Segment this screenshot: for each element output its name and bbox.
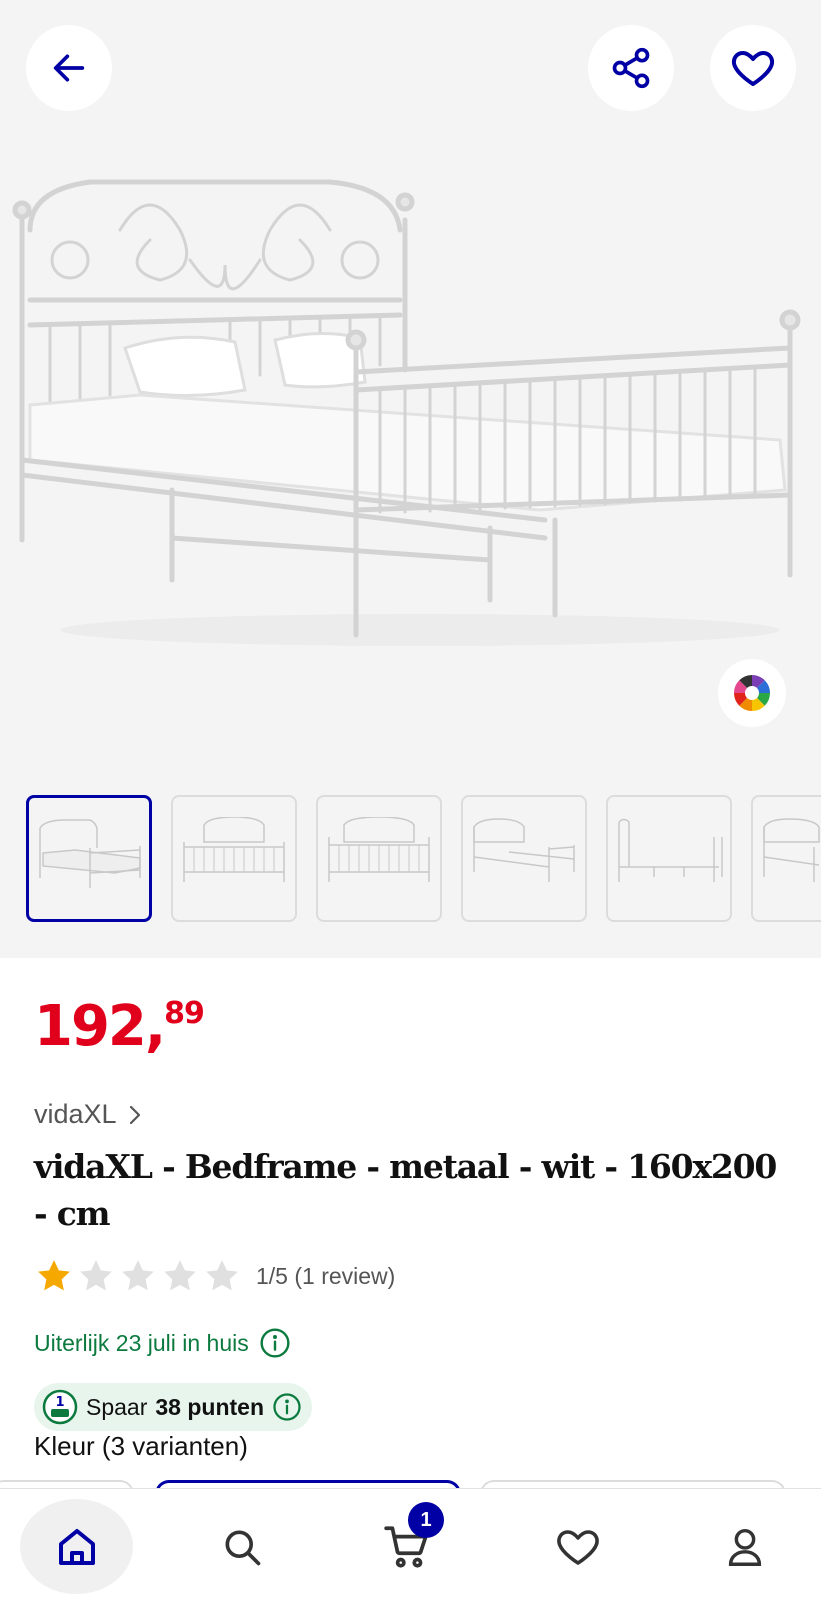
heart-icon (557, 1529, 599, 1565)
product-rating[interactable]: 1/5 (1 review) (34, 1256, 395, 1296)
info-icon[interactable] (259, 1327, 291, 1359)
delivery-text: Uiterlijk 23 juli in huis (34, 1329, 249, 1356)
brand-name: vidaXL (34, 1099, 117, 1129)
delivery-info: Uiterlijk 23 juli in huis (34, 1327, 291, 1359)
product-image[interactable] (0, 160, 821, 680)
nav-home[interactable] (20, 1499, 133, 1594)
nav-favorites[interactable] (528, 1499, 628, 1594)
nav-search[interactable] (192, 1499, 292, 1594)
color-variants-button[interactable] (718, 659, 786, 727)
favorite-button[interactable] (710, 25, 796, 111)
home-icon (58, 1528, 95, 1565)
brand-link[interactable]: vidaXL (34, 1099, 143, 1130)
thumbnail-1[interactable] (26, 795, 152, 922)
star-empty-icon (206, 1260, 238, 1291)
loyalty-points-badge: 1 Spaar 38 punten (34, 1383, 312, 1431)
info-icon[interactable] (272, 1392, 302, 1422)
rating-text: 1/5 (1 review) (256, 1262, 396, 1289)
star-filled-icon (38, 1260, 70, 1291)
price-main: 192, (34, 994, 166, 1059)
star-empty-icon (164, 1260, 196, 1291)
variants-label: Kleur (3 varianten) (34, 1431, 248, 1461)
star-empty-icon (122, 1260, 154, 1291)
arrow-left-icon (53, 54, 85, 82)
chevron-right-icon (129, 1105, 140, 1124)
star-empty-icon (80, 1260, 112, 1291)
price-cents: 89 (164, 996, 205, 1031)
product-page: 192,89 vidaXL vidaXL - Bedframe - metaal… (0, 0, 821, 1600)
share-icon (612, 47, 650, 89)
color-wheel-icon (734, 675, 770, 711)
points-coin-number: 1 (55, 1395, 64, 1410)
bottom-navigation (0, 1488, 821, 1600)
share-button[interactable] (588, 25, 674, 111)
product-gallery[interactable] (0, 0, 821, 958)
thumbnail-5[interactable] (606, 795, 732, 922)
points-coin-icon: 1 (42, 1389, 78, 1425)
thumbnail-6[interactable] (751, 795, 821, 922)
user-icon (728, 1528, 762, 1566)
product-title: vidaXL - Bedframe - metaal - wit - 160x2… (34, 1147, 777, 1233)
thumbnail-2[interactable] (171, 795, 297, 922)
thumbnail-3[interactable] (316, 795, 442, 922)
search-icon (225, 1530, 261, 1565)
nav-account[interactable] (695, 1499, 795, 1594)
back-button[interactable] (26, 25, 112, 111)
points-value: 38 punten (155, 1393, 264, 1420)
product-price: 192,89 (34, 994, 205, 1059)
points-prefix: Spaar (86, 1393, 148, 1420)
thumbnail-4[interactable] (461, 795, 587, 922)
heart-icon (732, 51, 774, 86)
cart-count-badge: 1 (408, 1502, 444, 1538)
thumbnail-strip[interactable] (0, 795, 821, 925)
